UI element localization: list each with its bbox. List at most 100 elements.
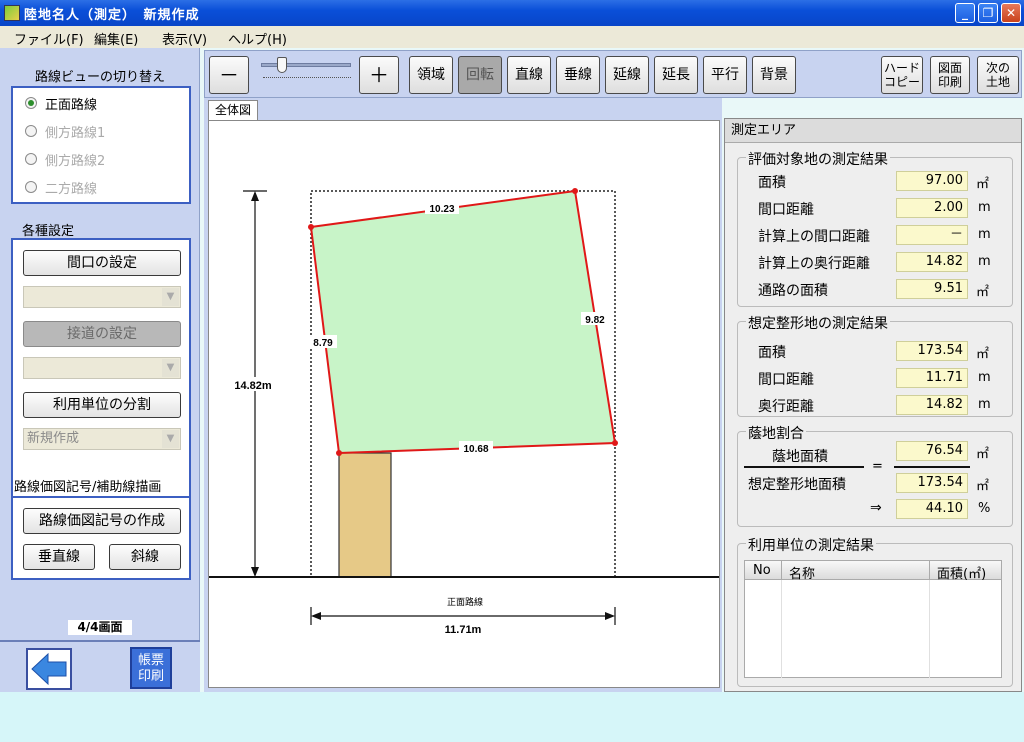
usage-unit-table-header: No 名称 面積(㎡) — [744, 560, 1002, 582]
menu-file[interactable]: ファイル(F) — [14, 29, 84, 48]
next-land-button[interactable]: 次の 土地 — [977, 56, 1019, 94]
line-button[interactable]: 直線 — [507, 56, 551, 94]
calc-frontage-value: － — [896, 225, 968, 245]
frontage-settings-button[interactable]: 間口の設定 — [23, 250, 181, 276]
road-label: 正面路線 — [447, 596, 483, 608]
create-route-symbol-button[interactable]: 路線価図記号の作成 — [23, 508, 181, 534]
calc-depth-value: 14.82 — [896, 252, 968, 272]
assumed-shape-area-unit: ㎡ — [976, 479, 990, 494]
rotate-button[interactable]: 回転 — [458, 56, 502, 94]
radio-side-route-1[interactable]: 側方路線1 — [25, 121, 105, 141]
shade-area-unit: ㎡ — [976, 447, 990, 462]
route-view-group: 正面路線 側方路線1 側方路線2 二方路線 — [11, 86, 191, 204]
assumed-results-group: 想定整形地の測定結果 面積 173.54 ㎡ 間口距離 11.71 m 奥行距離… — [737, 313, 1013, 417]
passage-area-value: 9.51 — [896, 279, 968, 299]
arrow-right-icon — [605, 612, 615, 620]
restore-icon: ❐ — [982, 6, 994, 20]
drawing-title: 路線価図記号/補助線描画 — [14, 480, 162, 495]
split-unit-button[interactable]: 利用単位の分割 — [23, 392, 181, 418]
toolbar: － ＋ 領域 回転 直線 垂線 延線 延長 平行 背景 ハード コピー 図面 印… — [204, 50, 1022, 98]
radio-dot — [25, 125, 37, 137]
menu-help[interactable]: ヘルプ(H) — [228, 29, 287, 48]
fraction-bar-right — [894, 466, 970, 468]
assumed-frontage-label: 間口距離 — [758, 372, 814, 388]
arrow-right-icon: ⇒ — [870, 500, 882, 516]
target-results-group: 評価対象地の測定結果 面積 97.00 ㎡ 間口距離 2.00 m 計算上の間口… — [737, 149, 1013, 307]
target-frontage-value: 2.00 — [896, 198, 968, 218]
assumed-area-value: 173.54 — [896, 341, 968, 361]
edge-length-right: 9.82 — [585, 315, 605, 326]
report-print-button[interactable]: 帳票印刷 — [130, 647, 172, 689]
drawing-area: 全体図 10.23 9.82 10.68 8.79 14.82m 正面路線 11… — [204, 98, 722, 692]
target-results-title: 評価対象地の測定結果 — [746, 149, 890, 169]
vertex-point[interactable] — [336, 450, 342, 456]
vertical-line-button[interactable]: 垂直線 — [23, 544, 95, 570]
zoom-in-button[interactable]: ＋ — [359, 56, 399, 94]
assumed-results-title: 想定整形地の測定結果 — [746, 313, 890, 333]
hardcopy-button[interactable]: ハード コピー — [881, 56, 923, 94]
minimize-button[interactable]: _ — [955, 3, 975, 23]
frontage-select[interactable]: ▼ — [23, 286, 181, 308]
assumed-depth-value: 14.82 — [896, 395, 968, 415]
close-icon: ✕ — [1005, 6, 1017, 20]
road-settings-button[interactable]: 接道の設定 — [23, 321, 181, 347]
restore-button[interactable]: ❐ — [978, 3, 998, 23]
menu-view[interactable]: 表示(V) — [162, 29, 207, 48]
vertex-point[interactable] — [572, 188, 578, 194]
assumed-area-unit: ㎡ — [976, 347, 990, 362]
arrow-up-icon — [251, 191, 259, 201]
radio-side-route-2[interactable]: 側方路線2 — [25, 149, 105, 169]
assumed-area-label: 面積 — [758, 345, 786, 361]
parallel-button[interactable]: 平行 — [703, 56, 747, 94]
land-parcel[interactable] — [309, 189, 617, 455]
target-area-label: 面積 — [758, 175, 786, 191]
arrow-down-icon — [251, 567, 259, 577]
chevron-down-icon: ▼ — [162, 288, 179, 306]
tab-overview[interactable]: 全体図 — [208, 100, 258, 120]
calc-frontage-label: 計算上の間口距離 — [758, 229, 870, 245]
road-select[interactable]: ▼ — [23, 357, 181, 379]
calc-depth-unit: m — [978, 254, 991, 269]
passage-area-unit: ㎡ — [976, 285, 990, 300]
settings-group: 間口の設定 ▼ 接道の設定 ▼ 利用単位の分割 新規作成 ▼ — [11, 238, 191, 504]
radio-dot — [25, 181, 37, 193]
chevron-down-icon: ▼ — [162, 359, 179, 377]
target-frontage-unit: m — [978, 200, 991, 215]
shade-area-value: 76.54 — [896, 441, 968, 461]
zoom-slider-thumb[interactable] — [277, 57, 287, 73]
radio-two-way-route[interactable]: 二方路線 — [25, 177, 97, 197]
unit-select[interactable]: 新規作成 ▼ — [23, 428, 181, 450]
column-no: No — [753, 563, 771, 578]
radio-front-route[interactable]: 正面路線 — [25, 93, 97, 113]
depth-dimension-label: 14.82m — [234, 380, 272, 392]
drawing-print-button[interactable]: 図面 印刷 — [930, 56, 970, 94]
extend-line-button[interactable]: 延線 — [605, 56, 649, 94]
bottom-strip — [0, 692, 1024, 742]
vertex-point[interactable] — [612, 440, 618, 446]
target-area-unit: ㎡ — [976, 177, 990, 192]
passage-strip — [338, 452, 392, 578]
close-button[interactable]: ✕ — [1001, 3, 1021, 23]
usage-unit-table-body[interactable] — [744, 580, 1002, 678]
background-button[interactable]: 背景 — [752, 56, 796, 94]
extension-button[interactable]: 延長 — [654, 56, 698, 94]
zoom-out-button[interactable]: － — [209, 56, 249, 94]
chevron-down-icon: ▼ — [162, 430, 179, 448]
title-bar: 陸地名人（測定） 新規作成 _ ❐ ✕ — [0, 0, 1024, 26]
assumed-depth-unit: m — [978, 397, 991, 412]
calc-frontage-unit: m — [978, 227, 991, 242]
menu-bar: ファイル(F) 編集(E) 表示(V) ヘルプ(H) — [0, 26, 1024, 48]
calc-depth-label: 計算上の奥行距離 — [758, 256, 870, 272]
shade-ratio-group: 蔭地割合 蔭地面積 = 76.54 ㎡ 想定整形地面積 173.54 ㎡ ⇒ 4… — [737, 423, 1013, 527]
perpendicular-button[interactable]: 垂線 — [556, 56, 600, 94]
back-arrow-icon — [31, 652, 67, 686]
measurement-panel: 測定エリア 評価対象地の測定結果 面積 97.00 ㎡ 間口距離 2.00 m … — [724, 118, 1022, 692]
vertex-point[interactable] — [308, 224, 314, 230]
diagonal-line-button[interactable]: 斜線 — [109, 544, 181, 570]
drawing-canvas[interactable]: 10.23 9.82 10.68 8.79 14.82m 正面路線 11.71m — [208, 120, 720, 688]
region-button[interactable]: 領域 — [409, 56, 453, 94]
report-print-label: 帳票印刷 — [137, 653, 164, 684]
site-plan[interactable]: 10.23 9.82 10.68 8.79 14.82m 正面路線 11.71m — [209, 121, 719, 687]
back-button[interactable] — [26, 648, 72, 690]
menu-edit[interactable]: 編集(E) — [94, 29, 138, 48]
